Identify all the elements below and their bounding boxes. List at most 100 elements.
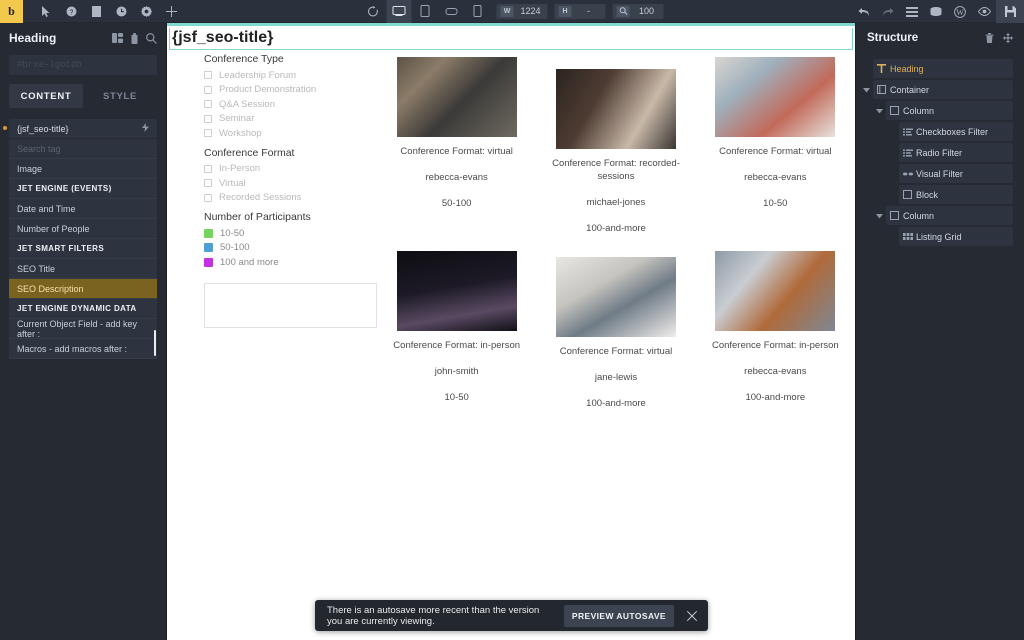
canvas-width-field[interactable]: W 1224 [496, 3, 548, 19]
dropdown-item[interactable]: Current Object Field - add key after : [9, 319, 157, 339]
listing-item-image[interactable] [396, 251, 517, 331]
element-id-field[interactable] [9, 55, 157, 75]
listing-item[interactable]: Conference Format: in-person john-smith 10… [377, 248, 536, 423]
tab-style[interactable]: STYLE [83, 84, 157, 108]
color-swatch-icon[interactable] [204, 243, 213, 253]
panel-layout-icon[interactable] [112, 32, 123, 44]
structure-node-radio-filter[interactable]: Radio Filter [899, 143, 1013, 162]
trash-icon[interactable] [985, 33, 994, 43]
canvas-zoom-field[interactable]: 100 [612, 3, 664, 19]
menu-icon[interactable] [900, 0, 924, 23]
height-label: H [558, 5, 572, 17]
structure-node-listing-grid[interactable]: Listing Grid [899, 227, 1013, 246]
filter-option-label: 10-50 [220, 227, 245, 239]
listing-item-image[interactable] [396, 57, 517, 137]
filter-checkbox-row[interactable]: Recorded Sessions [204, 191, 377, 206]
heading-element-wrap[interactable]: {jsf_seo-title} [167, 26, 855, 50]
color-swatch-icon[interactable] [204, 257, 213, 267]
dropdown-scrollbar[interactable] [154, 330, 156, 356]
filter-checkbox-row[interactable]: Workshop [204, 126, 377, 141]
checkbox-icon[interactable] [204, 85, 212, 94]
history-icon[interactable] [109, 0, 134, 23]
help-icon[interactable]: ? [59, 0, 84, 23]
database-icon[interactable] [924, 0, 948, 23]
structure-node-checkboxes-filter[interactable]: Checkboxes Filter [899, 122, 1013, 141]
filter-checkbox-row[interactable]: Product Demonstration [204, 83, 377, 98]
preview-eye-icon[interactable] [972, 0, 996, 23]
structure-node-visual-filter[interactable]: Visual Filter [899, 164, 1013, 183]
structure-node-container[interactable]: Container [873, 80, 1013, 99]
chevron-down-icon[interactable] [860, 80, 873, 101]
dropdown-item[interactable]: Macros - add macros after : [9, 339, 157, 359]
structure-node-heading[interactable]: Heading [873, 59, 1013, 78]
filter-checkbox-row[interactable]: Leadership Forum [204, 68, 377, 83]
listing-item-image[interactable] [715, 251, 836, 331]
listing-item-image[interactable] [555, 257, 676, 337]
checkbox-icon[interactable] [204, 100, 212, 109]
filter-checkbox-row[interactable]: Q&A Session [204, 97, 377, 112]
device-mobile-button[interactable] [465, 0, 490, 23]
redo-icon[interactable] [876, 0, 900, 23]
canvas-height-field[interactable]: H - [554, 3, 606, 19]
listing-item[interactable]: Conference Format: in-person rebecca-evan… [696, 248, 855, 423]
template-icon[interactable] [84, 0, 109, 23]
listing-item[interactable]: Conference Format: recorded-sessions mich… [536, 54, 695, 248]
listing-item[interactable]: Conference Format: virtual rebecca-evans 1… [696, 54, 855, 248]
chevron-down-icon[interactable] [860, 101, 886, 122]
filters-column: Conference Type Leadership Forum Product D… [167, 50, 377, 423]
undo-icon[interactable] [852, 0, 876, 23]
history-icon[interactable] [130, 32, 139, 44]
dropdown-item[interactable]: SEO Description [9, 279, 157, 299]
add-icon[interactable] [159, 0, 184, 23]
checkbox-icon[interactable] [204, 129, 212, 138]
listing-grid-column: Conference Format: virtual rebecca-evans 5… [377, 50, 855, 423]
checkbox-icon[interactable] [204, 164, 212, 173]
structure-node-block[interactable]: Block [899, 185, 1013, 204]
logo-button[interactable]: b [0, 0, 23, 23]
empty-block[interactable] [204, 282, 377, 328]
preview-autosave-button[interactable]: PREVIEW AUTOSAVE [563, 604, 674, 627]
checkbox-icon[interactable] [204, 71, 212, 80]
search-icon[interactable] [146, 32, 157, 44]
move-icon[interactable] [1003, 33, 1013, 43]
chevron-down-icon[interactable] [860, 206, 886, 227]
device-tablet-button[interactable] [413, 0, 438, 23]
filter-swatch-row[interactable]: 100 and more [204, 255, 377, 270]
listing-item-image[interactable] [715, 57, 836, 137]
structure-node-column[interactable]: Column [886, 101, 1013, 120]
filter-swatch-row[interactable]: 50-100 [204, 241, 377, 256]
listing-item[interactable]: Conference Format: virtual rebecca-evans 5… [377, 54, 536, 248]
save-icon[interactable] [996, 0, 1024, 23]
filter-checkbox-row[interactable]: Seminar [204, 112, 377, 127]
dynamic-tag-trigger[interactable]: {jsf_seo-title} [3, 119, 157, 138]
tab-content[interactable]: CONTENT [9, 84, 83, 108]
filter-checkbox-row[interactable]: In-Person [204, 162, 377, 177]
lightning-icon[interactable] [142, 123, 149, 134]
cursor-icon[interactable] [34, 0, 59, 23]
editor-canvas[interactable]: {jsf_seo-title} Conference Type Leadershi… [167, 23, 855, 640]
reload-icon[interactable] [361, 0, 386, 23]
dropdown-item[interactable]: Image [9, 159, 157, 179]
close-icon[interactable] [682, 606, 702, 626]
settings-icon[interactable] [134, 0, 159, 23]
structure-node-column[interactable]: Column [886, 206, 1013, 225]
color-swatch-icon[interactable] [204, 228, 213, 238]
listing-item-image[interactable] [555, 69, 676, 149]
checkbox-icon[interactable] [204, 193, 212, 202]
listing-item-participants: 10-50 [444, 392, 469, 403]
dropdown-item[interactable]: Date and Time [9, 199, 157, 219]
filter-swatch-row[interactable]: 10-50 [204, 226, 377, 241]
dropdown-item[interactable]: SEO Title [9, 259, 157, 279]
dropdown-item[interactable]: Number of People [9, 219, 157, 239]
dropdown-search-input[interactable]: Search tag [9, 139, 157, 159]
filter-checkbox-row[interactable]: Virtual [204, 176, 377, 191]
device-tablet-landscape-button[interactable] [439, 0, 464, 23]
element-id-input[interactable] [17, 60, 149, 70]
structure-tree-row: Block [860, 185, 1013, 206]
checkbox-icon[interactable] [204, 179, 212, 188]
checkbox-icon[interactable] [204, 114, 212, 123]
device-desktop-button[interactable] [386, 0, 412, 23]
wordpress-icon[interactable]: W [948, 0, 972, 23]
left-panel-header-icons [112, 32, 157, 44]
listing-item[interactable]: Conference Format: virtual jane-lewis 100-… [536, 248, 695, 423]
